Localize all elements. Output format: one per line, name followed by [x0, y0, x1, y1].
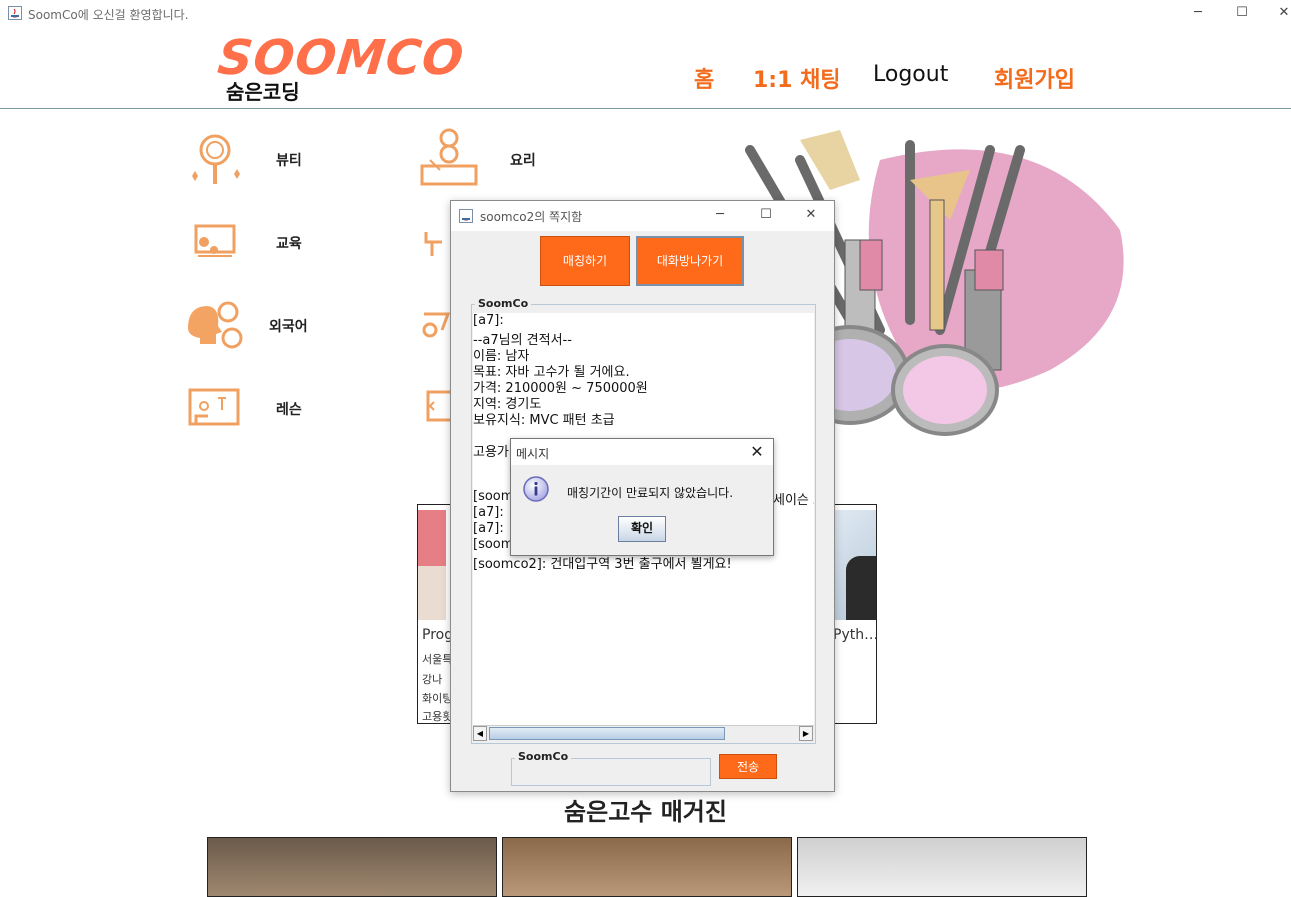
classroom-icon[interactable]: [182, 210, 248, 276]
info-icon: [523, 476, 549, 502]
chat-line: 고용가: [473, 445, 509, 460]
minimize-button[interactable]: ─: [1185, 4, 1211, 24]
scroll-left-arrow-icon[interactable]: ◀: [473, 726, 487, 741]
nav-signup[interactable]: 회원가입: [994, 62, 1075, 94]
ok-button[interactable]: 확인: [618, 516, 666, 542]
category-label-lesson[interactable]: 레슨: [276, 399, 302, 419]
logo-subtext: 숨은코딩: [226, 80, 300, 104]
leave-room-button[interactable]: 대화방나가기: [636, 236, 744, 286]
category-label-education[interactable]: 교육: [276, 233, 302, 253]
speaking-head-icon[interactable]: [182, 292, 248, 358]
magazine-card[interactable]: [207, 837, 497, 897]
chat-maximize-button[interactable]: ☐: [753, 206, 779, 226]
card-image: [418, 510, 446, 566]
chat-panel-label: SoomCo: [475, 297, 532, 310]
card-line: 화이팅: [422, 692, 453, 705]
message-input-label: SoomCo: [515, 750, 572, 763]
java-app-icon: [8, 6, 22, 20]
mirror-icon[interactable]: [182, 128, 248, 194]
chat-window-titlebar: soomco2의 쪽지함 ─ ☐ ✕: [451, 201, 834, 231]
chat-line: [a7]:: [473, 521, 504, 536]
chat-line-overflow: 세이슨 고: [773, 493, 814, 508]
message-dialog-title: 메시지: [516, 447, 550, 461]
chef-icon[interactable]: [416, 126, 482, 192]
header-divider: [0, 108, 1291, 109]
partial-category-icon: [424, 232, 442, 256]
horizontal-scrollbar[interactable]: ◀ ▶: [473, 725, 814, 741]
scrollbar-thumb[interactable]: [489, 727, 725, 740]
chat-line: [a7]:: [473, 505, 504, 520]
chat-minimize-button[interactable]: ─: [707, 206, 733, 226]
chat-line: [soom: [473, 537, 514, 552]
magazine-card[interactable]: [502, 837, 792, 897]
card-title[interactable]: Pyth…: [833, 627, 878, 643]
logo[interactable]: SOOMCO 숨은코딩: [215, 30, 467, 105]
chat-window-title: soomco2의 쪽지함: [480, 210, 583, 224]
message-text: 매칭기간이 만료되지 않았습니다.: [567, 486, 734, 500]
card-line: 고용횟: [422, 710, 453, 723]
java-app-icon: [459, 209, 473, 223]
send-button[interactable]: 전송: [719, 754, 777, 779]
chat-line: 보유지식: MVC 패턴 초급: [473, 413, 615, 428]
nav-logout[interactable]: Logout: [873, 62, 948, 87]
category-label-beauty[interactable]: 뷰티: [276, 150, 302, 170]
maximize-button[interactable]: ☐: [1229, 4, 1255, 24]
message-dialog-titlebar: 메시지 ✕: [511, 439, 773, 465]
category-label-language[interactable]: 외국어: [269, 316, 308, 336]
nav-chat[interactable]: 1:1 채팅: [753, 62, 841, 94]
category-label-cooking[interactable]: 요리: [510, 150, 536, 170]
magazine-card[interactable]: [797, 837, 1087, 897]
window-title: SoomCo에 오신걸 환영합니다.: [28, 8, 189, 22]
magazine-title: 숨은고수 매거진: [564, 798, 727, 826]
close-button[interactable]: ✕: [1271, 4, 1291, 24]
partial-category-icon: [422, 312, 451, 338]
card-line: 강나: [422, 673, 443, 686]
message-dialog-close-icon[interactable]: ✕: [747, 442, 767, 462]
chat-line: [a7]:: [473, 313, 504, 328]
card-image: [418, 566, 446, 620]
chat-line: [soom: [473, 489, 514, 504]
chat-close-button[interactable]: ✕: [798, 206, 824, 226]
card-title[interactable]: Prog: [422, 627, 453, 643]
scroll-right-arrow-icon[interactable]: ▶: [799, 726, 813, 741]
card-image-person: [846, 556, 876, 620]
message-dialog: 메시지 ✕ 매칭기간이 만료되지 않았습니다. 확인: [510, 438, 774, 556]
card-line: 서울특: [422, 653, 453, 666]
window-titlebar: SoomCo에 오신걸 환영합니다. ─ ☐ ✕: [0, 0, 1291, 28]
nav-home[interactable]: 홈: [694, 62, 714, 94]
match-button[interactable]: 매칭하기: [540, 236, 630, 286]
presentation-icon[interactable]: [182, 376, 248, 442]
